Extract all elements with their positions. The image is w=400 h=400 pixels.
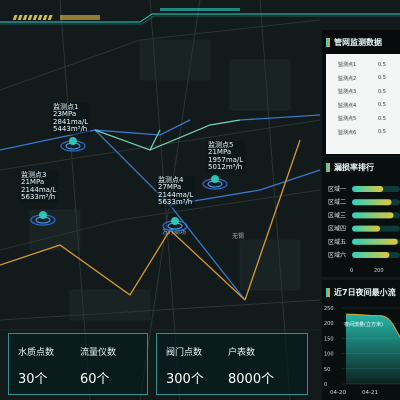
night-flow-y-tick: 100 xyxy=(324,352,334,358)
night-flow-y-tick: 250 xyxy=(324,306,334,312)
pipe-data-row[interactable]: 监测点1 0.5 xyxy=(326,58,400,71)
leak-rank-bar[interactable] xyxy=(352,252,390,258)
stat-label-water-quality: 水质点数 xyxy=(18,348,55,358)
monitor-point-volume: 5633m³/h xyxy=(21,193,56,202)
leak-rank-title: 漏损率排行 xyxy=(322,159,400,175)
stat-value-water-quality: 30个 xyxy=(18,372,48,387)
pipe-data-row[interactable]: 监测点3 0.5 xyxy=(326,85,400,98)
leak-rank-bar[interactable] xyxy=(352,199,392,206)
leak-rank-bar[interactable] xyxy=(352,225,381,232)
stat-label-valve: 阀门点数 xyxy=(166,348,203,358)
leak-rank-category-label: 区域二 xyxy=(328,198,346,206)
leak-rank-bar[interactable] xyxy=(352,212,394,219)
monitor-point-5-info[interactable]: 监测点5 21MPa 1957ma/L 5012m³/h xyxy=(206,141,246,173)
pipe-data-cell-name: 监测点5 xyxy=(338,116,357,122)
pipe-data-row[interactable]: 监测点5 0.5 xyxy=(326,112,400,125)
monitor-point-3-marker[interactable] xyxy=(28,206,58,228)
pipe-data-cell-value: 0.5 xyxy=(378,102,386,108)
monitor-point-1-marker[interactable] xyxy=(58,132,88,154)
stat-label-household-meter: 户表数 xyxy=(228,348,256,358)
leak-rank-category-label: 区域六 xyxy=(328,251,346,259)
monitor-point-3-info[interactable]: 监测点3 21MPa 2144ma/L 5633m³/h xyxy=(19,171,59,203)
night-flow-y-tick: 150 xyxy=(324,336,334,342)
night-flow-y-tick: 0 xyxy=(324,382,327,388)
night-flow-legend: 夜间流量(立方米) xyxy=(344,321,383,328)
pipe-data-row[interactable]: 监测点4 0.5 xyxy=(326,99,400,112)
leak-rank-category-label: 区域一 xyxy=(328,185,346,193)
night-flow-x-tick: 04-20 xyxy=(330,390,346,396)
pipe-data-cell-value: 0.5 xyxy=(378,61,386,68)
map-label-wuxi: 无锡 xyxy=(232,233,245,240)
monitor-point-5-marker[interactable] xyxy=(200,170,230,192)
monitor-point-1-info[interactable]: 监测点1 23MPa 2841ma/L 5443m³/h xyxy=(51,103,91,135)
monitor-point-volume: 5633m³/h xyxy=(158,198,193,207)
pipe-data-cell-name: 监测点1 xyxy=(338,62,357,68)
leak-rank-axis-tick: 0 xyxy=(350,268,353,274)
leak-rank-category-label: 区域五 xyxy=(328,238,346,246)
leak-rank-chart[interactable]: 区域一区域二区域三区域四区域五区域六 0 200 xyxy=(322,180,400,278)
leak-rank-category-label: 区域四 xyxy=(328,225,346,233)
night-flow-y-tick: 200 xyxy=(324,321,334,327)
pipe-data-cell-name: 监测点3 xyxy=(338,89,357,95)
night-flow-y-tick: 50 xyxy=(324,367,330,373)
pipe-data-cell-name: 监测点6 xyxy=(338,129,357,136)
pipe-data-title: 管网监测数据 xyxy=(322,34,400,50)
title-marker-icon xyxy=(326,162,330,172)
stat-value-household-meter: 8000个 xyxy=(228,372,275,387)
stat-label-flowmeter: 流量仪数 xyxy=(80,348,117,358)
leak-rank-category-label: 区域三 xyxy=(328,211,346,219)
pipe-data-row[interactable]: 监测点6 0.5 xyxy=(326,126,400,139)
pipe-data-cell-name: 监测点4 xyxy=(338,102,357,109)
night-flow-x-tick: 04-21 xyxy=(362,390,378,396)
pipe-data-cell-value: 0.5 xyxy=(378,115,386,122)
leak-rank-bar[interactable] xyxy=(352,186,384,192)
title-marker-icon xyxy=(326,287,330,297)
stat-value-valve: 300个 xyxy=(166,372,204,387)
pipe-data-cell-name: 监测点2 xyxy=(338,75,357,82)
pipe-data-row[interactable]: 监测点2 0.5 xyxy=(326,72,400,85)
title-marker-icon xyxy=(326,37,330,47)
leak-rank-axis-tick: 200 xyxy=(374,268,384,274)
pipe-data-cell-value: 0.5 xyxy=(378,88,386,95)
stat-value-flowmeter: 60个 xyxy=(80,372,110,387)
dashboard-screen: 万方商场 无锡 监测点1 23MPa 2841ma/L 5443m³/h 监测点… xyxy=(0,0,400,400)
monitor-point-4-info[interactable]: 监测点4 27MPa 2144ma/L 5633m³/h xyxy=(156,176,196,208)
pipe-data-cell-value: 0.5 xyxy=(378,75,386,81)
pipe-data-cell-value: 0.5 xyxy=(378,129,386,135)
header-bar xyxy=(0,8,400,25)
night-flow-chart[interactable]: 250 200 150 100 50 0 夜间流量(立方米) 04-20 04-21 xyxy=(322,298,400,400)
leak-rank-bar[interactable] xyxy=(352,238,398,245)
monitor-point-4-marker[interactable] xyxy=(160,212,190,234)
